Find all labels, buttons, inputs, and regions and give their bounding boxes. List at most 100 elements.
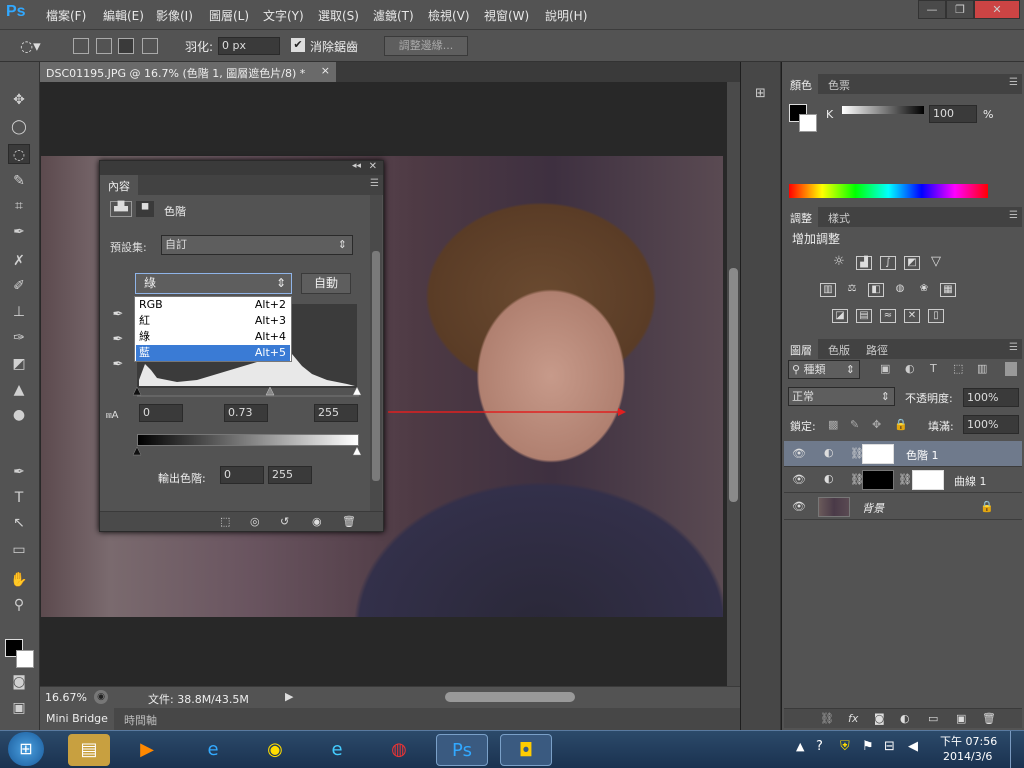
lock-all-icon[interactable]: 🔒: [894, 418, 908, 431]
status-menu-arrow-icon[interactable]: ▶: [285, 690, 293, 703]
photoshop-taskbar-icon[interactable]: Ps: [436, 734, 488, 766]
vertical-scrollbar-thumb[interactable]: [729, 268, 738, 502]
mask-icon[interactable]: ◼: [136, 201, 154, 217]
layer-mask-thumbnail[interactable]: [862, 470, 894, 490]
input-black-field[interactable]: 0: [139, 404, 183, 422]
tab-layers[interactable]: 圖層: [784, 339, 818, 359]
delete-icon[interactable]: 🗑: [342, 515, 356, 528]
tab-properties[interactable]: 內容: [100, 175, 138, 195]
layer-name[interactable]: 色階 1: [906, 447, 939, 463]
levels-adjustment-icon[interactable]: ▟▙: [110, 201, 132, 217]
lock-position-icon[interactable]: ✥: [872, 418, 881, 431]
curves-icon[interactable]: ∫: [880, 256, 896, 270]
photo-filter-icon[interactable]: ◍: [892, 283, 908, 297]
auto-button[interactable]: 自動: [301, 273, 351, 294]
layer-mask-thumbnail[interactable]: [862, 444, 894, 464]
input-gamma-field[interactable]: 0.73: [224, 404, 268, 422]
restore-button[interactable]: ❐: [946, 0, 974, 19]
color-wheel-app-icon[interactable]: ◉: [254, 734, 296, 766]
output-black-field[interactable]: 0: [220, 466, 264, 484]
tab-mini-bridge[interactable]: Mini Bridge: [40, 708, 114, 730]
help-icon[interactable]: ?: [816, 739, 823, 754]
panel-close-icon[interactable]: ✕: [369, 161, 377, 172]
preset-select[interactable]: 自訂 ⇕: [161, 235, 353, 255]
k-value-field[interactable]: 100: [929, 105, 977, 123]
output-levels-slider[interactable]: [133, 447, 363, 457]
view-previous-icon[interactable]: ◎: [250, 515, 260, 528]
gray-point-eyedropper-icon[interactable]: ✒: [109, 332, 127, 350]
color-balance-icon[interactable]: ⚖: [844, 283, 860, 297]
clip-to-layer-icon[interactable]: ⬚: [220, 515, 230, 528]
close-button[interactable]: ✕: [974, 0, 1020, 19]
taskbar-time[interactable]: 下午 07:56: [940, 733, 997, 749]
layers-panel-menu-icon[interactable]: ☰: [1009, 342, 1018, 353]
lock-image-icon[interactable]: ✎: [850, 418, 859, 431]
filter-pixel-icon[interactable]: ▣: [880, 362, 890, 375]
minimize-button[interactable]: —: [918, 0, 946, 19]
exposure-icon[interactable]: ◩: [904, 256, 920, 270]
taskbar-date[interactable]: 2014/3/6: [943, 750, 992, 763]
output-white-field[interactable]: 255: [268, 466, 312, 484]
channel-option-rgb[interactable]: RGB Alt+2: [136, 297, 290, 313]
add-mask-icon[interactable]: ◙: [874, 712, 885, 725]
delete-layer-icon[interactable]: 🗑: [982, 712, 996, 725]
color-lookup-icon[interactable]: ▦: [940, 283, 956, 297]
layer-filter-select[interactable]: ⚲ 種類 ⇕: [788, 360, 860, 379]
mask-link-icon[interactable]: ⛓: [898, 473, 912, 486]
gradient-map-icon[interactable]: ▯: [928, 309, 944, 323]
tab-swatches[interactable]: 色票: [822, 74, 856, 94]
opacity-field[interactable]: 100%: [963, 388, 1019, 407]
panel-menu-icon[interactable]: ☰: [370, 178, 379, 189]
black-white-icon[interactable]: ◧: [868, 283, 884, 297]
collapse-icon[interactable]: ◂◂: [352, 161, 361, 171]
selective-color-icon[interactable]: ✕: [904, 309, 920, 323]
volume-icon[interactable]: ◀: [908, 739, 918, 754]
horizontal-scrollbar-thumb[interactable]: [445, 692, 575, 702]
vibrance-icon[interactable]: ▽: [928, 255, 944, 270]
tab-channels[interactable]: 色版: [822, 339, 856, 359]
history-panel-icon[interactable]: ⊞: [755, 86, 766, 101]
color-panel-menu-icon[interactable]: ☰: [1009, 77, 1018, 88]
internet-explorer-icon[interactable]: e: [192, 734, 234, 766]
input-white-field[interactable]: 255: [314, 404, 358, 422]
tab-styles[interactable]: 樣式: [822, 207, 856, 227]
threshold-icon[interactable]: ≈: [880, 309, 896, 323]
windows-start-icon[interactable]: ⊞: [8, 732, 44, 766]
white-point-eyedropper-icon[interactable]: ✒: [109, 357, 127, 375]
layer-row-curves[interactable]: 👁 ◐ ⛓ ⛓ 曲線 1: [784, 467, 1022, 493]
clipping-warning-icon[interactable]: ⩎A: [106, 410, 118, 421]
channel-option-blue[interactable]: 藍 Alt+5: [136, 345, 290, 361]
channel-select[interactable]: 綠 ⇕: [135, 273, 292, 294]
filter-smart-object-icon[interactable]: ▥: [977, 362, 987, 375]
tab-adjustments[interactable]: 調整: [784, 207, 818, 227]
camera-app-icon[interactable]: ◘: [500, 734, 552, 766]
blend-mode-select[interactable]: 正常 ⇕: [788, 387, 895, 406]
chrome-icon[interactable]: ◍: [378, 734, 420, 766]
security-shield-icon[interactable]: ⛨: [840, 739, 850, 754]
layer-mask-thumbnail[interactable]: [912, 470, 944, 490]
channel-option-red[interactable]: 紅 Alt+3: [136, 313, 290, 329]
layer-name[interactable]: 曲線 1: [954, 473, 987, 489]
media-player-icon[interactable]: ▶: [126, 734, 168, 766]
tab-color[interactable]: 顏色: [784, 74, 818, 94]
channel-option-green[interactable]: 綠 Alt+4: [136, 329, 290, 345]
tray-arrow-icon[interactable]: ▲: [796, 740, 804, 753]
visibility-icon[interactable]: ◉: [312, 515, 322, 528]
levels-icon[interactable]: ▟: [856, 256, 872, 270]
screen-mode-icon[interactable]: ▣: [8, 698, 30, 718]
new-layer-icon[interactable]: ▣: [956, 712, 966, 725]
layer-name[interactable]: 背景: [862, 500, 884, 516]
invert-icon[interactable]: ◪: [832, 309, 848, 323]
ie-alt-icon[interactable]: e: [316, 734, 358, 766]
show-desktop-button[interactable]: [1010, 731, 1024, 768]
input-levels-slider[interactable]: [133, 387, 363, 397]
k-slider[interactable]: [842, 106, 924, 114]
hue-saturation-icon[interactable]: ▥: [820, 283, 836, 297]
layer-thumbnail[interactable]: [818, 497, 850, 517]
layer-visibility-icon[interactable]: 👁: [792, 500, 806, 513]
color-background-swatch[interactable]: [799, 114, 817, 132]
layer-visibility-icon[interactable]: 👁: [792, 473, 806, 486]
reset-icon[interactable]: ↺: [280, 515, 289, 528]
filter-adjustment-icon[interactable]: ◐: [905, 362, 915, 375]
adjustments-panel-menu-icon[interactable]: ☰: [1009, 210, 1018, 221]
